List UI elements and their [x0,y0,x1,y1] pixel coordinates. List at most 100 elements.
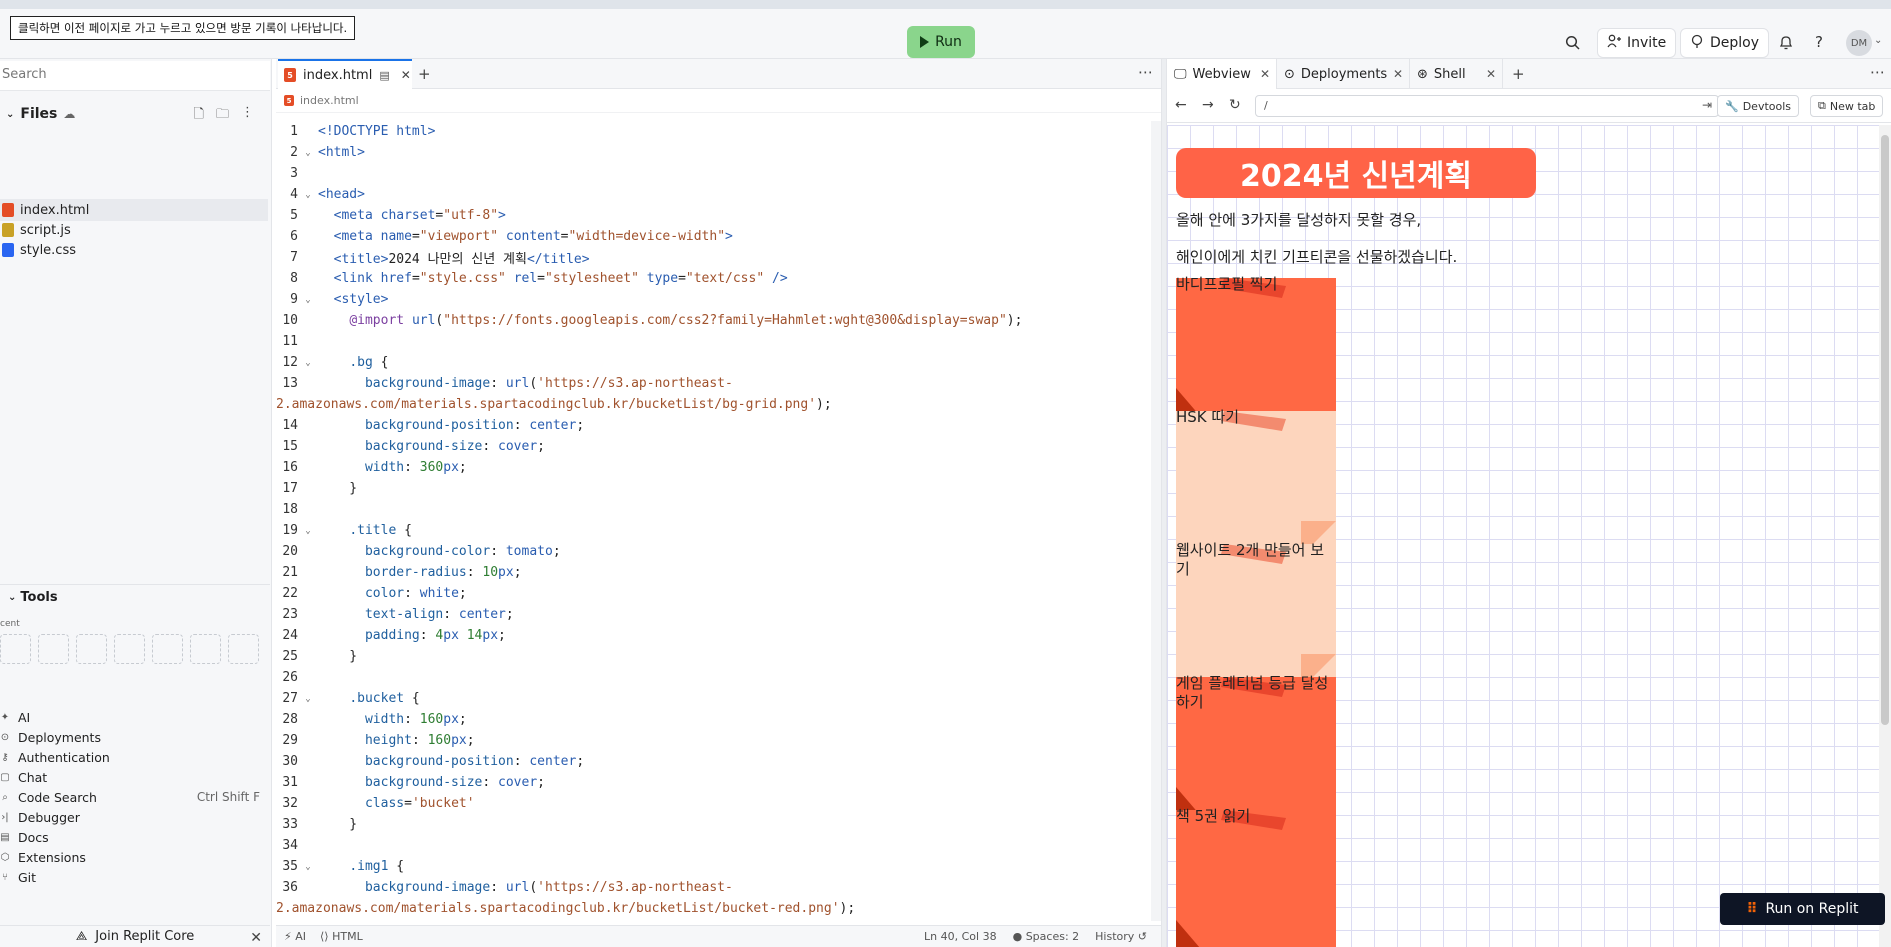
more-icon[interactable]: ⋯ [1870,63,1885,81]
code-line: 4 ⌄ <head> [276,184,365,205]
recent-slot[interactable] [152,634,183,664]
bucket-label: HSK 따기 [1176,408,1240,426]
scrollbar-thumb[interactable] [1881,135,1889,725]
forward-icon[interactable]: → [1202,97,1214,113]
refresh-icon[interactable]: ↻ [1229,97,1241,113]
devtools-button[interactable]: 🔧 Devtools [1717,95,1800,117]
recent-label: cent [0,619,20,629]
cursor-position[interactable]: Ln 40, Col 38 [924,930,997,943]
new-file-icon[interactable]: 🗋 [194,105,204,127]
chevron-down-icon[interactable]: ⌄ [6,109,14,120]
code-area[interactable]: 1 <!DOCTYPE html> 2 ⌄ <html> 3 4 ⌄ <head> 5 <meta… [276,121,1161,925]
file-item[interactable]: script.js [0,219,268,241]
file-name: style.css [20,242,76,258]
fold-chevron-icon[interactable]: ⌄ [302,148,314,158]
close-icon[interactable]: ✕ [1393,67,1403,81]
tool-item[interactable]: ✦ AI [0,706,268,728]
indent-setting[interactable]: ● Spaces: 2 [1013,930,1080,943]
code-line: 21 border-radius: 10px; [276,562,521,583]
more-icon[interactable]: ⋮ [241,105,254,127]
more-icon[interactable]: ⋯ [1138,63,1153,81]
run-button[interactable]: Run [907,26,975,58]
tool-item[interactable]: ▢ Chat [0,766,268,788]
bell-icon[interactable] [1775,31,1797,53]
code-text: } [318,817,358,832]
code-line: 20 background-color: tomato; [276,541,560,562]
tool-item[interactable]: ⬡ Extensions [0,846,268,868]
webview-canvas[interactable]: 2024년 신년계획 올해 안에 3가지를 달성하지 못할 경우, 해인이에게 … [1167,125,1879,947]
code-text: <style> [333,292,389,307]
run-on-replit-button[interactable]: ⠿ Run on Replit [1720,893,1885,925]
recent-slot[interactable] [76,634,107,664]
status-language[interactable]: ⟨⟩ HTML [320,930,363,943]
chevron-down-icon[interactable]: ⌄ [1874,35,1882,46]
fold-chevron-icon[interactable]: ⌄ [302,295,314,305]
tool-item[interactable]: ⚷ Authentication [0,746,268,768]
tab-deployments[interactable]: ⊙ Deployments ✕ [1277,59,1410,89]
close-icon[interactable]: ✕ [1486,67,1496,81]
code-line: 29 height: 160px; [276,730,474,751]
close-icon[interactable]: ✕ [1260,67,1270,81]
recent-slot[interactable] [38,634,69,664]
line-number: 18 [282,502,298,517]
code-line: 26 [276,667,318,688]
docs-icon: ▤ [0,831,10,843]
fold-chevron-icon[interactable]: ⌄ [302,526,314,536]
help-icon[interactable]: ? [1808,31,1830,53]
add-tab-icon[interactable]: + [418,65,431,83]
code-text: color: white; [364,586,467,601]
tab-index-html[interactable]: 5 index.html ▤ ✕ [278,59,412,89]
close-icon[interactable]: ✕ [250,930,262,946]
deploy-icon [1690,34,1704,52]
new-tab-button[interactable]: ⧉ New tab [1810,95,1884,117]
code-text: .bg { [349,355,389,370]
avatar[interactable]: DM [1846,30,1872,56]
split-icon[interactable]: ▤ [379,69,389,82]
tab-shell[interactable]: ⊛ Shell ✕ [1410,59,1503,89]
tool-item[interactable]: ›| Debugger [0,806,268,828]
code-text: width: 360px; [364,460,467,475]
line-number: 31 [282,775,298,790]
scrollbar[interactable] [1151,121,1161,921]
fold-chevron-icon[interactable]: ⌄ [302,358,314,368]
tool-item[interactable]: ⑂ Git [0,866,268,888]
fold-chevron-icon[interactable]: ⌄ [302,190,314,200]
ai-icon: ⚡ [284,930,292,943]
fold-chevron-icon[interactable]: ⌄ [302,862,314,872]
search-icon[interactable] [1561,31,1583,53]
chevron-down-icon[interactable]: ⌄ [8,592,16,603]
status-ai[interactable]: ⚡ AI [284,930,306,943]
tool-item[interactable]: ⌕ Code Search Ctrl Shift F [0,786,268,808]
recent-slot[interactable] [0,634,31,664]
invite-label: Invite [1627,35,1667,51]
back-icon[interactable]: ← [1175,97,1187,113]
recent-slot[interactable] [114,634,145,664]
file-item[interactable]: index.html [0,199,268,221]
breadcrumb-file[interactable]: index.html [300,94,359,107]
url-input[interactable]: / ⇥ [1255,95,1719,117]
recent-slot[interactable] [190,634,221,664]
code-line: 11 [276,331,318,352]
tool-label: Git [18,869,37,885]
tool-item[interactable]: ⊙ Deployments [0,726,268,748]
go-icon[interactable]: ⇥ [1702,98,1712,112]
recent-slot[interactable] [228,634,259,664]
status-ai-label: AI [295,930,307,943]
file-item[interactable]: style.css [0,239,268,261]
search-input[interactable]: Search [0,61,270,91]
new-tab-label: New tab [1829,99,1876,113]
fold-chevron-icon[interactable]: ⌄ [302,694,314,704]
deploy-button[interactable]: Deploy [1680,28,1770,58]
tool-item[interactable]: ▤ Docs [0,826,268,848]
status-bar: ⚡ AI ⟨⟩ HTML Ln 40, Col 38 ● Spaces: 2 H… [276,925,1161,947]
close-icon[interactable]: ✕ [401,68,411,82]
new-folder-icon[interactable]: 🗀 [216,105,229,127]
code-text: <!DOCTYPE html> [318,124,436,139]
invite-button[interactable]: Invite [1597,28,1677,58]
webview-scrollbar[interactable] [1879,125,1891,947]
history-button[interactable]: History ↺ [1095,930,1147,943]
tool-label: AI [18,709,31,725]
join-core-banner[interactable]: ⟁ Join Replit Core ✕ [0,925,270,947]
tab-webview[interactable]: 🖵 Webview ✕ [1167,59,1277,89]
add-tab-icon[interactable]: + [1512,65,1525,83]
